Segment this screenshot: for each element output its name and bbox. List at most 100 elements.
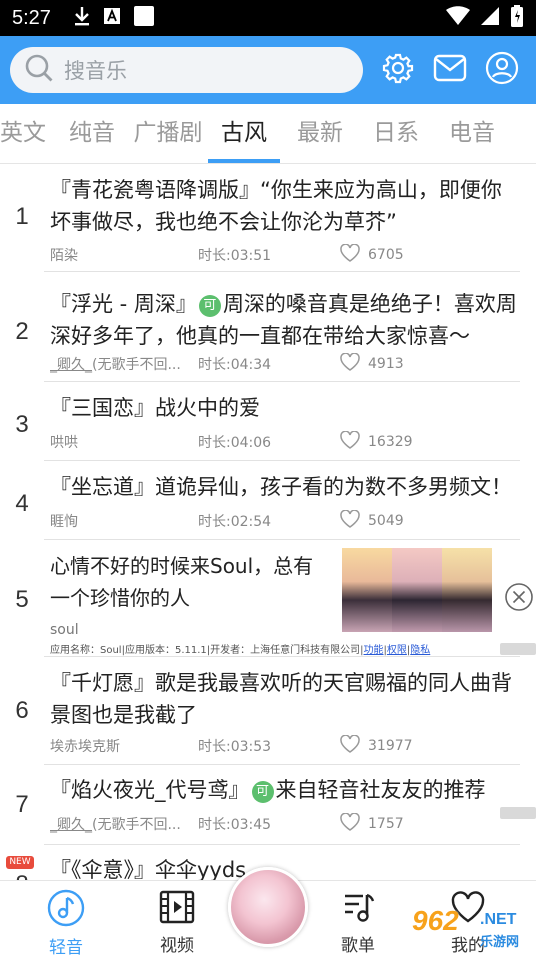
nav-label: 视频	[160, 936, 194, 956]
song-title: 『青花瓷粤语降调版』“你生来应为高山，即便你坏事做尽，我也绝不会让你沦为草芥”	[50, 178, 502, 234]
search-placeholder: 搜音乐	[64, 59, 127, 83]
song-title: 『坐忘道』道诡异仙，孩子看的为数不多男频文！	[50, 475, 512, 499]
rank-number: 1	[15, 203, 29, 230]
heart-icon[interactable]	[340, 352, 360, 375]
song-title: 『千灯愿』歌是我最喜欢听的天官赐福的同人曲背景图也是我截了	[50, 671, 512, 727]
heart-icon[interactable]	[340, 812, 360, 835]
list-item[interactable]: 2 『浮光 - 周深』可周深的嗓音真是绝绝子！喜欢周深好多年了，他真的一直都在带…	[0, 272, 536, 382]
list-item[interactable]: 3 『三国恋』战火中的爱 哄哄 时长:04:06 16329	[0, 382, 536, 461]
ad-image-photo	[442, 548, 492, 632]
playlist-icon	[339, 893, 377, 929]
author-name-suffix: (无歌手不回...	[92, 817, 181, 833]
site-watermark: 962 .NET 乐游网	[398, 903, 532, 953]
ad-link-privacy[interactable]: 隐私	[410, 645, 430, 656]
signal-icon	[480, 6, 500, 30]
film-icon	[158, 890, 196, 929]
ad-image-photo	[392, 548, 442, 632]
nav-video[interactable]: 视频	[137, 889, 217, 956]
tab-pure-music[interactable]: 纯音	[54, 104, 130, 163]
ad-image[interactable]	[342, 548, 492, 632]
duration: 时长:02:54	[198, 514, 272, 530]
author-name[interactable]: 陌染	[50, 245, 198, 265]
tab-radio-drama[interactable]: 广播剧	[130, 104, 206, 163]
heart-icon[interactable]	[340, 243, 360, 266]
song-title-part-a: 『浮光 - 周深』	[50, 292, 197, 316]
notification-square-icon	[133, 5, 155, 31]
ad-link-permissions[interactable]: 权限	[387, 645, 407, 656]
rank-number: 5	[15, 586, 29, 613]
like-count: 1757	[368, 816, 404, 832]
author-name[interactable]: 埃赤埃克斯	[50, 736, 198, 756]
tab-english[interactable]: 英文	[0, 104, 54, 163]
heart-icon[interactable]	[340, 509, 360, 532]
duration: 时长:03:53	[198, 739, 272, 755]
like-count: 31977	[368, 738, 413, 754]
rank-number: 7	[15, 791, 29, 818]
battery-icon	[510, 5, 524, 31]
new-badge: NEW	[6, 856, 34, 869]
nav-label: 歌单	[341, 936, 375, 956]
author-name[interactable]: _卿久_(无歌手不回...	[50, 814, 198, 834]
ad-close-button[interactable]	[504, 582, 534, 612]
tab-electronic[interactable]: 电音	[434, 104, 510, 163]
bottom-nav: 轻音 视频 歌单 我的 962 .NET 乐游网	[0, 867, 536, 958]
search-input[interactable]: 搜音乐	[10, 47, 363, 93]
duration: 时长:04:34	[198, 357, 272, 373]
watermark-sub: 乐游网	[480, 935, 520, 950]
profile-button[interactable]	[485, 51, 519, 89]
ad-link-features[interactable]: 功能	[364, 645, 384, 656]
status-time: 5:27	[12, 6, 51, 29]
duration: 时长:04:06	[198, 435, 272, 451]
ad-brand: soul	[50, 622, 79, 638]
heart-icon[interactable]	[340, 734, 360, 757]
playable-badge: 可	[251, 781, 274, 803]
messages-button[interactable]	[433, 53, 467, 87]
nav-light-music[interactable]: 轻音	[26, 889, 106, 958]
author-name[interactable]: 哄哄	[50, 432, 198, 452]
gear-icon	[382, 52, 414, 88]
song-title: 『浮光 - 周深』可周深的嗓音真是绝绝子！喜欢周深好多年了，他真的一直都在带给大…	[50, 288, 520, 352]
rank-number: 6	[15, 697, 29, 724]
close-icon	[504, 583, 534, 616]
settings-button[interactable]	[381, 53, 415, 87]
nav-label: 轻音	[49, 938, 83, 958]
author-name-suffix: (无歌手不回...	[92, 357, 181, 373]
now-playing-disc[interactable]	[228, 867, 308, 947]
heart-icon[interactable]	[340, 430, 360, 453]
duration: 时长:03:51	[198, 248, 272, 264]
user-icon	[485, 51, 519, 89]
like-count: 4913	[368, 356, 404, 372]
list-item[interactable]: 7 『焰火夜光_代号鸢』可来自轻音社友友的推荐 _卿久_(无歌手不回... 时长…	[0, 765, 536, 845]
author-name[interactable]: 睚恂	[50, 511, 198, 531]
list-item[interactable]: 1 『青花瓷粤语降调版』“你生来应为高山，即便你坏事做尽，我也绝不会让你沦为草芥…	[0, 165, 536, 272]
music-note-icon	[47, 889, 85, 931]
tab-latest[interactable]: 最新	[282, 104, 358, 163]
list-item[interactable]: 6 『千灯愿』歌是我最喜欢听的天官赐福的同人曲背景图也是我截了 埃赤埃克斯 时长…	[0, 657, 536, 765]
author-name-main: _卿久_	[50, 357, 92, 373]
watermark-net: .NET	[480, 911, 517, 928]
ad-label-badge	[500, 643, 536, 655]
wifi-icon	[446, 6, 470, 30]
app-a-icon	[103, 7, 121, 29]
rank-number: 4	[15, 490, 29, 517]
tab-ancient-style[interactable]: 古风	[206, 104, 282, 163]
song-title-part-b: 来自轻音社友友的推荐	[275, 778, 486, 802]
playable-badge: 可	[198, 295, 221, 317]
ad-image-photo	[342, 548, 392, 632]
ad-title: 心情不好的时候来Soul，总有一个珍惜你的人	[50, 554, 314, 610]
song-title: 『焰火夜光_代号鸢』可来自轻音社友友的推荐	[50, 774, 520, 806]
tab-japanese[interactable]: 日系	[358, 104, 434, 163]
header: 搜音乐	[0, 36, 536, 104]
watermark-main: 962	[412, 905, 459, 936]
song-title-part-a: 『焰火夜光_代号鸢』	[50, 778, 250, 802]
like-count: 5049	[368, 513, 404, 529]
duration: 时长:03:45	[198, 817, 272, 833]
ad-item[interactable]: 5 心情不好的时候来Soul，总有一个珍惜你的人 soul 应用名称：Soul|…	[0, 540, 536, 819]
author-name[interactable]: _卿久_(无歌手不回...	[50, 354, 198, 374]
rank-number: 2	[15, 318, 29, 345]
category-tabs: 英文 纯音 广播剧 古风 最新 日系 电音	[0, 104, 536, 164]
nav-playlist[interactable]: 歌单	[318, 889, 398, 956]
list-item[interactable]: 4 『坐忘道』道诡异仙，孩子看的为数不多男频文！ 睚恂 时长:02:54 504…	[0, 461, 536, 540]
author-name-main: _卿久_	[50, 817, 92, 833]
ad-info-text: 应用名称：Soul|应用版本：5.11.1|开发者：上海任意门科技有限公司|	[50, 645, 364, 656]
